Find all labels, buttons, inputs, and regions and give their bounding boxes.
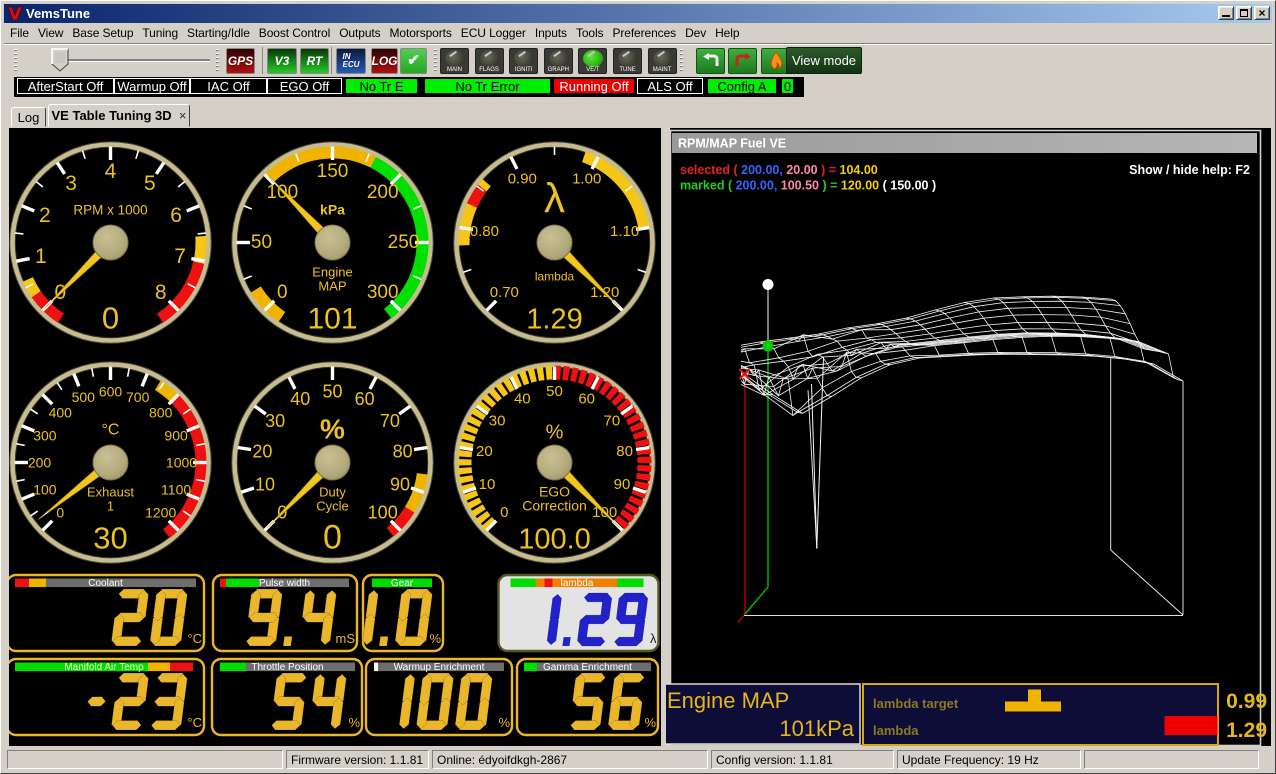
svg-text:Gear: Gear: [391, 578, 414, 589]
svg-text:Correction: Correction: [522, 498, 587, 514]
svg-text:0: 0: [277, 282, 288, 303]
svg-text:101: 101: [307, 303, 357, 336]
svg-text:90: 90: [390, 474, 410, 494]
svg-text:80: 80: [393, 441, 413, 461]
svg-text:%: %: [429, 631, 441, 646]
svg-text:%: %: [320, 414, 345, 445]
svg-text:0: 0: [323, 519, 342, 557]
svg-text:1.29: 1.29: [1226, 719, 1267, 742]
svg-text:%: %: [644, 715, 656, 730]
svg-text:λ: λ: [544, 175, 565, 222]
svg-text:800: 800: [149, 404, 173, 420]
svg-text:500: 500: [72, 389, 96, 405]
svg-text:5: 5: [144, 172, 156, 195]
svg-text:20: 20: [476, 443, 493, 460]
svg-text:400: 400: [49, 404, 73, 420]
svg-text:50: 50: [251, 232, 272, 253]
svg-text:RPM/MAP Fuel VE: RPM/MAP Fuel VE: [678, 137, 786, 151]
svg-text:90: 90: [614, 476, 631, 493]
svg-text:1100: 1100: [161, 482, 191, 498]
svg-text:600: 600: [99, 384, 123, 400]
svg-text:1.00: 1.00: [572, 171, 601, 188]
svg-text:20: 20: [252, 441, 272, 461]
svg-text:Exhaust: Exhaust: [87, 485, 134, 500]
svg-text:0.70: 0.70: [490, 284, 519, 301]
svg-text:Show / hide help: F2: Show / hide help: F2: [1129, 163, 1250, 177]
svg-text:300: 300: [367, 282, 399, 303]
svg-text:10: 10: [479, 476, 496, 493]
svg-text:marked ( 200.00, 100.50 ) =: marked ( 200.00, 100.50 ) = 120.00 ( 150…: [680, 179, 936, 193]
svg-text:1000: 1000: [166, 455, 197, 471]
svg-text:40: 40: [290, 389, 310, 409]
svg-text:700: 700: [126, 389, 150, 405]
svg-text:70: 70: [604, 412, 621, 429]
svg-text:Engine MAP: Engine MAP: [667, 688, 789, 713]
svg-text:3: 3: [65, 172, 77, 195]
svg-text:lambda target: lambda target: [873, 696, 959, 711]
svg-text:60: 60: [355, 389, 375, 409]
svg-text:MAP: MAP: [318, 279, 346, 294]
svg-text:0: 0: [56, 505, 64, 521]
svg-text:4: 4: [105, 160, 117, 183]
svg-text:0.99: 0.99: [1226, 690, 1267, 713]
svg-text:0: 0: [102, 301, 119, 336]
svg-text:50: 50: [546, 383, 563, 400]
svg-text:selected ( 200.00, 20.00 ) =: selected ( 200.00, 20.00 ) = 104.00: [680, 163, 878, 177]
svg-text:1: 1: [107, 499, 114, 514]
svg-text:30: 30: [489, 412, 506, 429]
svg-text:900: 900: [164, 427, 188, 443]
svg-text:Cycle: Cycle: [316, 499, 349, 514]
svg-text:1.29: 1.29: [526, 304, 582, 336]
svg-text:2: 2: [39, 204, 51, 227]
svg-text:100.0: 100.0: [518, 524, 591, 556]
svg-text:%: %: [498, 715, 510, 730]
svg-text:30: 30: [93, 521, 127, 556]
svg-text:1200: 1200: [145, 505, 176, 521]
svg-text:60: 60: [578, 391, 595, 408]
svg-text:kPa: kPa: [320, 202, 345, 218]
svg-text:Manifold Air Temp: Manifold Air Temp: [64, 662, 144, 673]
svg-text:150: 150: [317, 161, 349, 182]
svg-text:Warmup Enrichment: Warmup Enrichment: [394, 662, 485, 673]
svg-text:6: 6: [170, 204, 182, 227]
svg-text:100: 100: [368, 503, 398, 523]
svg-text:101kPa: 101kPa: [779, 716, 854, 741]
svg-text:lambda: lambda: [873, 723, 919, 738]
svg-text:°C: °C: [187, 715, 202, 730]
svg-text:λ: λ: [650, 631, 657, 646]
svg-text:°C: °C: [102, 422, 120, 439]
svg-text:7: 7: [174, 245, 186, 268]
svg-text:0.90: 0.90: [508, 171, 537, 188]
svg-text:Throttle Position: Throttle Position: [251, 662, 323, 673]
svg-text:Engine: Engine: [312, 265, 352, 280]
svg-text:RPM x 1000: RPM x 1000: [73, 203, 147, 218]
svg-text:250: 250: [388, 232, 420, 253]
svg-text:lambda: lambda: [535, 270, 575, 284]
svg-text:1: 1: [35, 245, 47, 268]
svg-text:300: 300: [33, 427, 57, 443]
svg-text:Coolant: Coolant: [88, 578, 123, 589]
svg-text:10: 10: [255, 474, 275, 494]
svg-text:70: 70: [380, 411, 400, 431]
svg-text:200: 200: [367, 182, 399, 203]
svg-text:40: 40: [514, 391, 531, 408]
svg-text:mS: mS: [336, 631, 356, 646]
svg-text:0.80: 0.80: [470, 223, 499, 240]
svg-text:Pulse width: Pulse width: [259, 578, 310, 589]
svg-text:°C: °C: [187, 631, 202, 646]
svg-text:Gamma Enrichment: Gamma Enrichment: [543, 662, 632, 673]
svg-text:1.10: 1.10: [610, 223, 639, 240]
svg-text:100: 100: [33, 482, 57, 498]
svg-text:200: 200: [28, 455, 52, 471]
svg-text:50: 50: [322, 382, 342, 402]
svg-text:%: %: [546, 422, 564, 444]
svg-text:8: 8: [155, 281, 167, 304]
svg-text:30: 30: [265, 411, 285, 431]
svg-text:Duty: Duty: [319, 485, 346, 500]
svg-text:lambda: lambda: [561, 578, 594, 589]
svg-text:80: 80: [616, 443, 633, 460]
svg-text:0: 0: [500, 504, 508, 521]
svg-text:%: %: [348, 715, 360, 730]
